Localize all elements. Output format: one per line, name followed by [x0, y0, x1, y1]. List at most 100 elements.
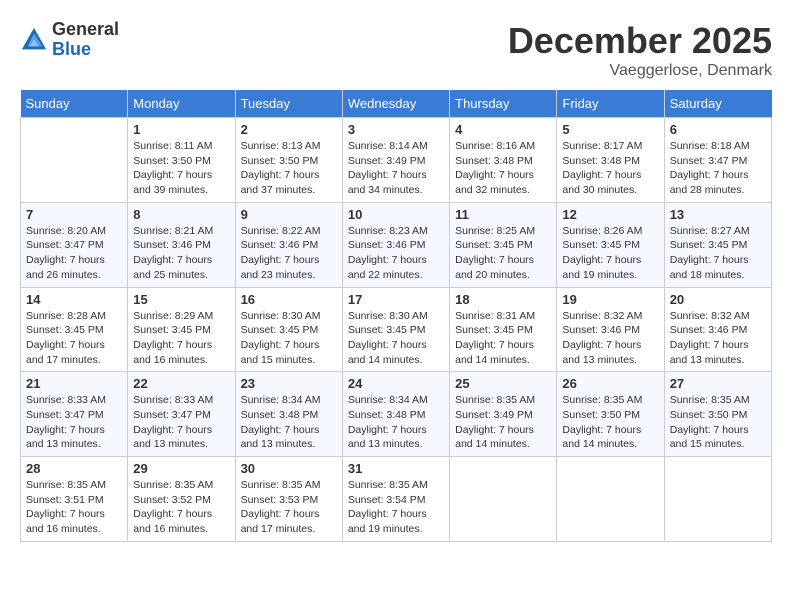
calendar-cell — [21, 118, 128, 203]
day-number: 7 — [26, 207, 122, 222]
day-number: 24 — [348, 376, 444, 391]
calendar-week-row: 1 Sunrise: 8:11 AM Sunset: 3:50 PM Daylig… — [21, 118, 772, 203]
calendar-cell: 24 Sunrise: 8:34 AM Sunset: 3:48 PM Dayli… — [342, 372, 449, 457]
logo: General Blue — [20, 20, 119, 60]
calendar-cell: 8 Sunrise: 8:21 AM Sunset: 3:46 PM Daylig… — [128, 202, 235, 287]
day-info: Sunrise: 8:35 AM Sunset: 3:53 PM Dayligh… — [241, 478, 337, 537]
calendar-day-header: Monday — [128, 90, 235, 118]
logo-icon — [20, 26, 48, 54]
day-number: 20 — [670, 292, 766, 307]
day-info: Sunrise: 8:29 AM Sunset: 3:45 PM Dayligh… — [133, 309, 229, 368]
page-header: General Blue December 2025 Vaeggerlose, … — [20, 20, 772, 80]
day-info: Sunrise: 8:30 AM Sunset: 3:45 PM Dayligh… — [241, 309, 337, 368]
calendar-cell: 13 Sunrise: 8:27 AM Sunset: 3:45 PM Dayli… — [664, 202, 771, 287]
day-info: Sunrise: 8:32 AM Sunset: 3:46 PM Dayligh… — [562, 309, 658, 368]
calendar-cell: 7 Sunrise: 8:20 AM Sunset: 3:47 PM Daylig… — [21, 202, 128, 287]
day-info: Sunrise: 8:33 AM Sunset: 3:47 PM Dayligh… — [133, 393, 229, 452]
day-info: Sunrise: 8:25 AM Sunset: 3:45 PM Dayligh… — [455, 224, 551, 283]
day-info: Sunrise: 8:27 AM Sunset: 3:45 PM Dayligh… — [670, 224, 766, 283]
calendar-cell: 16 Sunrise: 8:30 AM Sunset: 3:45 PM Dayli… — [235, 287, 342, 372]
day-number: 23 — [241, 376, 337, 391]
calendar-day-header: Saturday — [664, 90, 771, 118]
calendar-cell: 10 Sunrise: 8:23 AM Sunset: 3:46 PM Dayli… — [342, 202, 449, 287]
calendar-cell: 1 Sunrise: 8:11 AM Sunset: 3:50 PM Daylig… — [128, 118, 235, 203]
calendar-cell: 28Sunrise: 8:35 AM Sunset: 3:51 PM Dayli… — [21, 457, 128, 542]
day-number: 1 — [133, 122, 229, 137]
calendar-day-header: Wednesday — [342, 90, 449, 118]
calendar-day-header: Friday — [557, 90, 664, 118]
day-number: 17 — [348, 292, 444, 307]
calendar-week-row: 21Sunrise: 8:33 AM Sunset: 3:47 PM Dayli… — [21, 372, 772, 457]
calendar-cell: 21Sunrise: 8:33 AM Sunset: 3:47 PM Dayli… — [21, 372, 128, 457]
title-area: December 2025 Vaeggerlose, Denmark — [508, 20, 772, 80]
day-number: 15 — [133, 292, 229, 307]
calendar-cell: 22Sunrise: 8:33 AM Sunset: 3:47 PM Dayli… — [128, 372, 235, 457]
calendar-week-row: 28Sunrise: 8:35 AM Sunset: 3:51 PM Dayli… — [21, 457, 772, 542]
day-number: 26 — [562, 376, 658, 391]
day-info: Sunrise: 8:35 AM Sunset: 3:52 PM Dayligh… — [133, 478, 229, 537]
logo-blue-text: Blue — [52, 39, 91, 59]
calendar-cell: 25 Sunrise: 8:35 AM Sunset: 3:49 PM Dayli… — [450, 372, 557, 457]
day-number: 2 — [241, 122, 337, 137]
day-info: Sunrise: 8:21 AM Sunset: 3:46 PM Dayligh… — [133, 224, 229, 283]
calendar-cell: 27 Sunrise: 8:35 AM Sunset: 3:50 PM Dayli… — [664, 372, 771, 457]
day-info: Sunrise: 8:35 AM Sunset: 3:49 PM Dayligh… — [455, 393, 551, 452]
calendar-day-header: Sunday — [21, 90, 128, 118]
calendar-cell — [450, 457, 557, 542]
day-info: Sunrise: 8:22 AM Sunset: 3:46 PM Dayligh… — [241, 224, 337, 283]
day-info: Sunrise: 8:13 AM Sunset: 3:50 PM Dayligh… — [241, 139, 337, 198]
calendar-cell: 15 Sunrise: 8:29 AM Sunset: 3:45 PM Dayli… — [128, 287, 235, 372]
day-info: Sunrise: 8:35 AM Sunset: 3:50 PM Dayligh… — [562, 393, 658, 452]
calendar-cell: 20 Sunrise: 8:32 AM Sunset: 3:46 PM Dayli… — [664, 287, 771, 372]
calendar-cell: 18Sunrise: 8:31 AM Sunset: 3:45 PM Dayli… — [450, 287, 557, 372]
calendar-cell: 6 Sunrise: 8:18 AM Sunset: 3:47 PM Daylig… — [664, 118, 771, 203]
calendar-table: SundayMondayTuesdayWednesdayThursdayFrid… — [20, 90, 772, 542]
calendar-cell: 17Sunrise: 8:30 AM Sunset: 3:45 PM Dayli… — [342, 287, 449, 372]
day-number: 8 — [133, 207, 229, 222]
day-info: Sunrise: 8:26 AM Sunset: 3:45 PM Dayligh… — [562, 224, 658, 283]
day-info: Sunrise: 8:35 AM Sunset: 3:50 PM Dayligh… — [670, 393, 766, 452]
day-info: Sunrise: 8:33 AM Sunset: 3:47 PM Dayligh… — [26, 393, 122, 452]
day-info: Sunrise: 8:35 AM Sunset: 3:51 PM Dayligh… — [26, 478, 122, 537]
day-number: 11 — [455, 207, 551, 222]
calendar-week-row: 14 Sunrise: 8:28 AM Sunset: 3:45 PM Dayli… — [21, 287, 772, 372]
day-info: Sunrise: 8:16 AM Sunset: 3:48 PM Dayligh… — [455, 139, 551, 198]
day-number: 14 — [26, 292, 122, 307]
day-info: Sunrise: 8:11 AM Sunset: 3:50 PM Dayligh… — [133, 139, 229, 198]
day-number: 6 — [670, 122, 766, 137]
day-info: Sunrise: 8:32 AM Sunset: 3:46 PM Dayligh… — [670, 309, 766, 368]
calendar-cell — [664, 457, 771, 542]
day-number: 27 — [670, 376, 766, 391]
day-number: 16 — [241, 292, 337, 307]
calendar-cell — [557, 457, 664, 542]
day-number: 12 — [562, 207, 658, 222]
calendar-cell: 19Sunrise: 8:32 AM Sunset: 3:46 PM Dayli… — [557, 287, 664, 372]
logo-text: General Blue — [52, 20, 119, 60]
calendar-cell: 5 Sunrise: 8:17 AM Sunset: 3:48 PM Daylig… — [557, 118, 664, 203]
day-info: Sunrise: 8:23 AM Sunset: 3:46 PM Dayligh… — [348, 224, 444, 283]
calendar-cell: 11 Sunrise: 8:25 AM Sunset: 3:45 PM Dayli… — [450, 202, 557, 287]
day-number: 13 — [670, 207, 766, 222]
day-number: 10 — [348, 207, 444, 222]
calendar-cell: 12 Sunrise: 8:26 AM Sunset: 3:45 PM Dayli… — [557, 202, 664, 287]
calendar-cell: 30 Sunrise: 8:35 AM Sunset: 3:53 PM Dayli… — [235, 457, 342, 542]
calendar-cell: 4Sunrise: 8:16 AM Sunset: 3:48 PM Daylig… — [450, 118, 557, 203]
calendar-cell: 14 Sunrise: 8:28 AM Sunset: 3:45 PM Dayli… — [21, 287, 128, 372]
calendar-cell: 26 Sunrise: 8:35 AM Sunset: 3:50 PM Dayli… — [557, 372, 664, 457]
day-number: 30 — [241, 461, 337, 476]
day-info: Sunrise: 8:14 AM Sunset: 3:49 PM Dayligh… — [348, 139, 444, 198]
day-number: 25 — [455, 376, 551, 391]
day-info: Sunrise: 8:35 AM Sunset: 3:54 PM Dayligh… — [348, 478, 444, 537]
day-number: 29 — [133, 461, 229, 476]
day-info: Sunrise: 8:17 AM Sunset: 3:48 PM Dayligh… — [562, 139, 658, 198]
location: Vaeggerlose, Denmark — [508, 62, 772, 80]
day-info: Sunrise: 8:20 AM Sunset: 3:47 PM Dayligh… — [26, 224, 122, 283]
day-info: Sunrise: 8:28 AM Sunset: 3:45 PM Dayligh… — [26, 309, 122, 368]
day-info: Sunrise: 8:18 AM Sunset: 3:47 PM Dayligh… — [670, 139, 766, 198]
day-number: 18 — [455, 292, 551, 307]
day-number: 5 — [562, 122, 658, 137]
day-info: Sunrise: 8:34 AM Sunset: 3:48 PM Dayligh… — [348, 393, 444, 452]
calendar-cell: 2 Sunrise: 8:13 AM Sunset: 3:50 PM Daylig… — [235, 118, 342, 203]
calendar-cell: 31Sunrise: 8:35 AM Sunset: 3:54 PM Dayli… — [342, 457, 449, 542]
calendar-day-header: Tuesday — [235, 90, 342, 118]
